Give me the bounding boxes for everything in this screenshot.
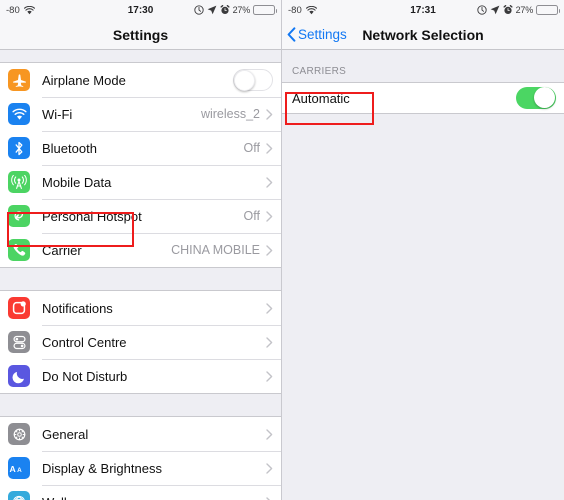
back-button-label: Settings — [298, 27, 347, 42]
status-bar-right-group: 27% — [193, 5, 277, 15]
battery-icon-left — [253, 5, 277, 15]
location-arrow-icon — [490, 5, 500, 15]
control-centre-icon — [8, 331, 30, 353]
settings-row-do-not-disturb[interactable]: Do Not Disturb — [0, 359, 281, 393]
settings-list[interactable]: Airplane Mode Wi-Fi wireless_2 Bluetooth… — [0, 50, 281, 500]
bluetooth-icon — [8, 137, 30, 159]
phone-icon — [8, 239, 30, 261]
wifi-icon — [305, 5, 317, 15]
status-bar-left-group: -80 — [6, 5, 35, 16]
settings-row-display-brightness[interactable]: A A Display & Brightness — [0, 451, 281, 485]
list-gap-2 — [0, 394, 281, 416]
signal-strength-text: -80 — [288, 4, 302, 16]
network-selection-screen: -80 17:31 27% Settings Network Selection… — [282, 0, 564, 500]
chevron-right-icon — [266, 370, 273, 382]
settings-row-value: CHINA MOBILE — [171, 243, 260, 257]
chevron-left-icon — [287, 27, 296, 42]
settings-row-mobile-data[interactable]: Mobile Data — [0, 165, 281, 199]
moon-icon — [8, 365, 30, 387]
wallpaper-icon — [8, 491, 30, 500]
settings-row-value: Off — [243, 141, 260, 155]
chevron-right-icon — [266, 108, 273, 120]
settings-row-carrier[interactable]: Carrier CHINA MOBILE — [0, 233, 281, 267]
dual-screenshot-container: -80 17:30 27% Settings Airplane Mode Wi-… — [0, 0, 564, 500]
chevron-right-icon — [266, 176, 273, 188]
battery-percent-right: 27% — [515, 5, 534, 15]
location-arrow-icon — [207, 5, 217, 15]
antenna-icon — [8, 171, 30, 193]
settings-row-bluetooth[interactable]: Bluetooth Off — [0, 131, 281, 165]
chevron-right-icon — [266, 142, 273, 154]
alarm-clock-icon — [503, 5, 513, 15]
signal-strength-text: -80 — [6, 4, 20, 16]
settings-row-label: Mobile Data — [42, 174, 112, 190]
hotspot-icon — [8, 205, 30, 227]
carriers-section-header: CARRIERS — [282, 50, 564, 82]
chevron-right-icon — [266, 302, 273, 314]
network-selection-navbar: Settings Network Selection — [282, 20, 564, 50]
status-bar-left: -80 17:30 27% — [0, 0, 281, 20]
page-title: Settings — [112, 26, 169, 43]
settings-row-control-centre[interactable]: Control Centre — [0, 325, 281, 359]
settings-row-label: Personal Hotspot — [42, 208, 142, 224]
carriers-list[interactable]: CARRIERS Automatic — [282, 50, 564, 500]
status-bar-right: -80 17:31 27% — [282, 0, 564, 20]
svg-text:A: A — [17, 467, 22, 474]
settings-row-personal-hotspot[interactable]: Personal Hotspot Off — [0, 199, 281, 233]
gear-icon — [8, 423, 30, 445]
settings-row-label: Control Centre — [42, 334, 127, 350]
chevron-right-icon — [266, 336, 273, 348]
settings-row-general[interactable]: General — [0, 417, 281, 451]
automatic-carrier-toggle[interactable] — [516, 87, 556, 109]
settings-screen: -80 17:30 27% Settings Airplane Mode Wi-… — [0, 0, 282, 500]
settings-row-label: Bluetooth — [42, 140, 97, 156]
battery-percent-left: 27% — [232, 5, 251, 15]
status-bar-left-group: -80 — [288, 5, 317, 16]
settings-navbar: Settings — [0, 20, 281, 50]
settings-row-label: Wi-Fi — [42, 106, 73, 122]
svg-text:A: A — [9, 464, 15, 474]
settings-row-label: Wallpaper — [42, 495, 266, 500]
settings-row-wallpaper[interactable]: Wallpaper — [0, 485, 281, 500]
settings-row-label: Notifications — [42, 300, 113, 316]
airplane-icon — [8, 69, 30, 91]
back-button[interactable]: Settings — [282, 27, 347, 42]
settings-row-label: Do Not Disturb — [42, 368, 128, 384]
list-top-gap — [0, 50, 281, 62]
settings-row-label: General — [42, 426, 89, 442]
chevron-right-icon — [266, 244, 273, 256]
chevron-right-icon — [266, 462, 273, 474]
settings-row-label: Display & Brightness — [42, 460, 162, 476]
carrier-row-automatic[interactable]: Automatic — [282, 82, 564, 114]
settings-group-general: General A A Display & Brightness — [0, 416, 281, 500]
display-brightness-icon: A A — [8, 457, 30, 479]
alarm-clock-icon — [220, 5, 230, 15]
settings-row-airplane-mode[interactable]: Airplane Mode — [0, 63, 281, 97]
list-gap-1 — [0, 268, 281, 290]
settings-group-notifications: Notifications Control Centre Do Not Dist… — [0, 290, 281, 394]
airplane-mode-toggle[interactable] — [233, 69, 273, 91]
settings-group-connectivity: Airplane Mode Wi-Fi wireless_2 Bluetooth… — [0, 62, 281, 268]
carrier-row-label: Automatic — [292, 90, 350, 106]
chevron-right-icon — [266, 428, 273, 440]
rotation-lock-icon — [193, 5, 204, 15]
settings-row-value: Off — [243, 209, 260, 223]
notifications-icon — [8, 297, 30, 319]
settings-row-wifi[interactable]: Wi-Fi wireless_2 — [0, 97, 281, 131]
settings-row-label: Carrier — [42, 242, 82, 258]
chevron-right-icon — [266, 496, 271, 500]
settings-row-label: Airplane Mode — [42, 72, 126, 88]
settings-row-notifications[interactable]: Notifications — [0, 291, 281, 325]
settings-row-value: wireless_2 — [200, 107, 260, 121]
status-bar-right-group: 27% — [476, 5, 560, 15]
wifi-icon — [8, 103, 30, 125]
rotation-lock-icon — [476, 5, 487, 15]
wifi-icon — [23, 5, 35, 15]
chevron-right-icon — [266, 210, 273, 222]
battery-icon-right — [536, 5, 560, 15]
